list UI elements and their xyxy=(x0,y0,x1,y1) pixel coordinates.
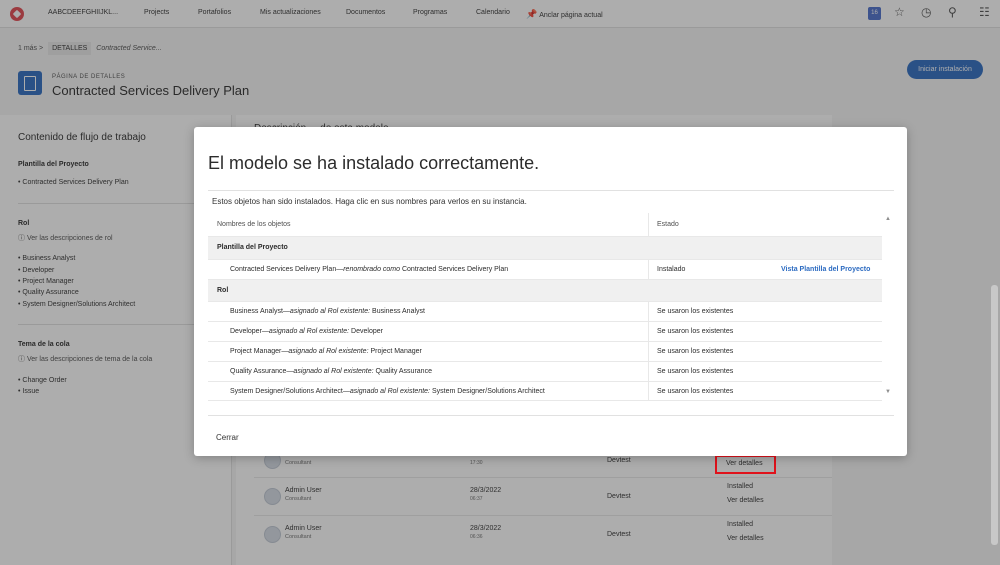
close-button[interactable]: Cerrar xyxy=(216,433,239,442)
view-template-link[interactable]: Vista Plantilla del Proyecto xyxy=(781,266,870,273)
group-label: Plantilla del Proyecto xyxy=(217,244,288,251)
chevron-down-icon[interactable]: ▼ xyxy=(885,389,891,395)
object-name[interactable]: Business Analyst—asignado al Rol existen… xyxy=(230,308,425,315)
object-status: Se usaron los existentes xyxy=(657,328,734,335)
table-header-row: Nombres de los objetos Estado xyxy=(208,213,882,237)
object-status: Instalado xyxy=(657,266,686,273)
divider xyxy=(208,190,894,191)
object-name[interactable]: Quality Assurance—asignado al Rol existe… xyxy=(230,368,432,375)
column-header-name: Nombres de los objetos xyxy=(217,221,291,228)
table-scrollbar[interactable]: ▲ ▼ xyxy=(882,213,894,401)
column-header-status: Estado xyxy=(657,221,679,228)
object-relation: —asignado al Rol existente: xyxy=(286,368,374,375)
object-source-name: Contracted Services Delivery Plan xyxy=(230,266,337,273)
dialog-intro: Estos objetos han sido instalados. Haga … xyxy=(212,197,527,206)
view-details-label: Ver detalles xyxy=(726,460,763,467)
table-row: Project Manager—asignado al Rol existent… xyxy=(208,342,882,362)
table-row: Quality Assurance—asignado al Rol existe… xyxy=(208,362,882,382)
object-target-name: Developer xyxy=(351,328,383,335)
object-source-name: Developer xyxy=(230,328,262,335)
column-divider xyxy=(648,213,649,236)
object-status: Se usaron los existentes xyxy=(657,368,734,375)
column-divider xyxy=(648,382,649,400)
chevron-up-icon[interactable]: ▲ xyxy=(885,216,891,222)
table-row: System Designer/Solutions Architect—asig… xyxy=(208,382,882,401)
object-name[interactable]: Developer—asignado al Rol existente: Dev… xyxy=(230,328,383,335)
object-relation: —asignado al Rol existente: xyxy=(342,388,430,395)
object-name[interactable]: Contracted Services Delivery Plan—renomb… xyxy=(230,266,508,273)
table-row: Contracted Services Delivery Plan—renomb… xyxy=(208,260,882,280)
object-target-name: System Designer/Solutions Architect xyxy=(431,388,545,395)
object-target-name: Quality Assurance xyxy=(375,368,432,375)
object-target-name: Contracted Services Delivery Plan xyxy=(401,266,509,273)
object-status: Se usaron los existentes xyxy=(657,348,734,355)
object-relation: —asignado al Rol existente: xyxy=(261,328,350,335)
group-label: Rol xyxy=(217,287,229,294)
object-name[interactable]: System Designer/Solutions Architect—asig… xyxy=(230,388,545,395)
object-status: Se usaron los existentes xyxy=(657,388,734,395)
page-scrollbar[interactable] xyxy=(991,285,998,545)
object-relation: —asignado al Rol existente: xyxy=(281,348,369,355)
divider xyxy=(208,415,894,416)
column-divider xyxy=(648,302,649,321)
table-row: Business Analyst—asignado al Rol existen… xyxy=(208,302,882,322)
column-divider xyxy=(648,260,649,279)
object-relation: —renombrado como xyxy=(336,266,401,273)
install-success-dialog: El modelo se ha instalado correctamente.… xyxy=(194,127,907,456)
column-divider xyxy=(648,322,649,341)
column-divider xyxy=(648,362,649,381)
object-relation: —asignado al Rol existente: xyxy=(282,308,371,315)
group-row-role: Rol xyxy=(208,280,882,302)
highlighted-view-details-link[interactable]: Ver detalles xyxy=(715,455,776,474)
object-source-name: System Designer/Solutions Architect xyxy=(230,388,343,395)
table-row: Developer—asignado al Rol existente: Dev… xyxy=(208,322,882,342)
group-row-template: Plantilla del Proyecto xyxy=(208,237,882,260)
column-divider xyxy=(648,342,649,361)
object-target-name: Project Manager xyxy=(370,348,422,355)
object-target-name: Business Analyst xyxy=(372,308,425,315)
object-source-name: Business Analyst xyxy=(230,308,283,315)
object-status: Se usaron los existentes xyxy=(657,308,734,315)
object-source-name: Project Manager xyxy=(230,348,282,355)
object-source-name: Quality Assurance xyxy=(230,368,287,375)
dialog-title: El modelo se ha instalado correctamente. xyxy=(208,153,540,173)
object-name[interactable]: Project Manager—asignado al Rol existent… xyxy=(230,348,422,355)
